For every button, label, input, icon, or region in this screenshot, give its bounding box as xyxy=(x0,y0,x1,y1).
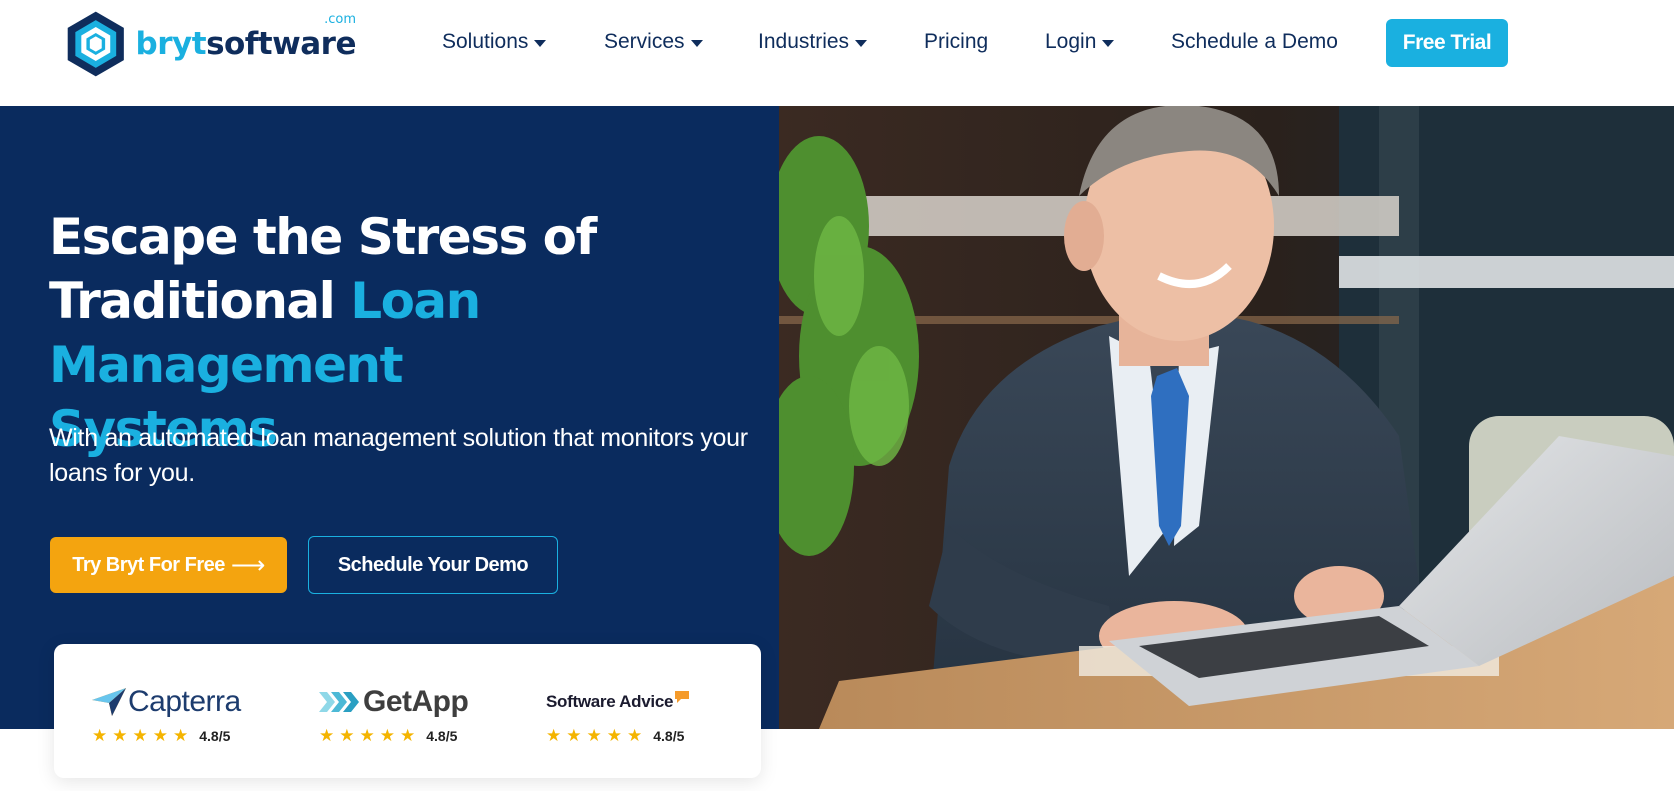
getapp-name: GetApp xyxy=(363,685,469,718)
star-icon: ★ xyxy=(319,726,335,745)
star-icon: ★ xyxy=(606,726,622,745)
businessman-laptop-image xyxy=(779,106,1674,729)
nav-label: Services xyxy=(604,30,685,53)
nav-schedule-demo[interactable]: Schedule a Demo xyxy=(1171,18,1338,66)
caret-down-icon xyxy=(534,39,547,47)
getapp-chevrons-icon xyxy=(319,692,359,712)
software-advice-rating[interactable]: Software Advice ★ ★ ★ ★ ★ 4.8/5 xyxy=(546,684,691,754)
nav-label: Solutions xyxy=(442,30,529,53)
nav-solutions[interactable]: Solutions xyxy=(442,18,547,66)
arrow-right-icon: ⟶ xyxy=(230,551,265,579)
try-free-label: Try Bryt For Free xyxy=(72,553,225,576)
nav-label: Industries xyxy=(758,30,850,53)
nav-services[interactable]: Services xyxy=(604,18,703,66)
capterra-rating[interactable]: Capterra ★ ★ ★ ★ ★ 4.8/5 xyxy=(92,684,241,754)
getapp-stars: ★ ★ ★ ★ ★ 4.8/5 xyxy=(319,726,468,746)
nav-label: Pricing xyxy=(924,30,989,53)
capterra-score: 4.8/5 xyxy=(199,728,231,744)
nav-label: Login xyxy=(1045,30,1097,53)
star-icon: ★ xyxy=(627,726,643,745)
getapp-rating[interactable]: GetApp ★ ★ ★ ★ ★ 4.8/5 xyxy=(319,684,469,754)
try-free-button[interactable]: Try Bryt For Free ⟶ xyxy=(50,537,287,593)
star-icon: ★ xyxy=(339,726,355,745)
software-advice-logo: Software Advice xyxy=(546,684,691,720)
hero-subtitle: With an automated loan management soluti… xyxy=(49,424,748,487)
star-icon: ★ xyxy=(379,726,395,745)
hero-title-line1: Escape the Stress of xyxy=(49,208,597,266)
capterra-arrow-icon xyxy=(92,688,126,716)
site-header: brytsoftware .com Solutions Services Ind… xyxy=(0,0,1674,105)
capterra-name: Capterra xyxy=(128,685,241,718)
page: brytsoftware .com Solutions Services Ind… xyxy=(0,0,1674,791)
capterra-stars: ★ ★ ★ ★ ★ 4.8/5 xyxy=(92,726,241,746)
star-icon: ★ xyxy=(400,726,416,745)
software-advice-flag-icon xyxy=(675,691,690,703)
star-icon: ★ xyxy=(546,726,562,745)
star-icon: ★ xyxy=(359,726,375,745)
caret-down-icon xyxy=(855,39,868,47)
getapp-score: 4.8/5 xyxy=(426,728,458,744)
nav-label: Schedule a Demo xyxy=(1171,30,1338,53)
schedule-demo-button[interactable]: Schedule Your Demo xyxy=(308,536,558,594)
hero-title-line2: Traditional xyxy=(49,272,351,330)
getapp-logo: GetApp xyxy=(319,684,469,720)
nav-industries[interactable]: Industries xyxy=(758,18,868,66)
hero-photo xyxy=(779,106,1674,729)
caret-down-icon xyxy=(1102,39,1115,47)
ratings-card: Capterra ★ ★ ★ ★ ★ 4.8/5 GetApp ★ ★ ★ ★ … xyxy=(54,644,761,778)
nav-login[interactable]: Login xyxy=(1045,18,1115,66)
software-advice-stars: ★ ★ ★ ★ ★ 4.8/5 xyxy=(546,726,691,746)
star-icon: ★ xyxy=(132,726,148,745)
software-advice-score: 4.8/5 xyxy=(653,728,685,744)
nav-pricing[interactable]: Pricing xyxy=(924,18,988,66)
star-icon: ★ xyxy=(566,726,582,745)
star-icon: ★ xyxy=(152,726,168,745)
star-icon: ★ xyxy=(586,726,602,745)
star-icon: ★ xyxy=(112,726,128,745)
free-trial-button[interactable]: Free Trial xyxy=(1386,19,1508,67)
star-icon: ★ xyxy=(173,726,189,745)
star-icon: ★ xyxy=(92,726,108,745)
software-advice-name: Software Advice xyxy=(546,692,674,711)
caret-down-icon xyxy=(690,39,703,47)
capterra-logo: Capterra xyxy=(92,684,241,720)
